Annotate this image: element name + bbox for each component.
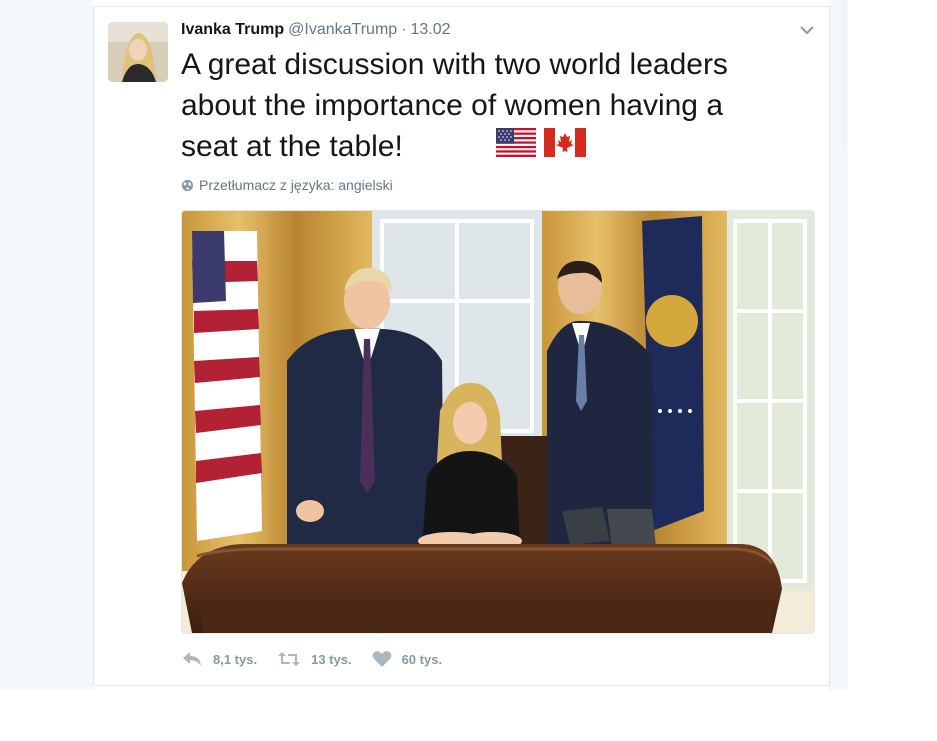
- like-count: 60 tys.: [401, 651, 443, 667]
- avatar[interactable]: [108, 22, 168, 82]
- tweet-timestamp[interactable]: 13.02: [411, 21, 451, 38]
- tweet-actions: 8,1 tys. 13 tys. 60 tys.: [181, 647, 462, 671]
- heart-icon: [372, 651, 391, 667]
- chevron-down-icon[interactable]: [799, 23, 815, 35]
- reply-count: 8,1 tys.: [213, 651, 258, 667]
- reply-button[interactable]: 8,1 tys.: [181, 650, 257, 668]
- flag-canada-icon: [544, 128, 587, 162]
- separator-dot: ·: [401, 21, 407, 38]
- globe-icon: [181, 179, 194, 191]
- author-name[interactable]: Ivanka Trump: [181, 21, 284, 38]
- translate-link[interactable]: Przetłumacz z języka: angielski: [181, 177, 393, 193]
- translate-label[interactable]: Przetłumacz z języka: angielski: [199, 177, 393, 193]
- flag-us-icon: [496, 128, 536, 162]
- retweet-button[interactable]: 13 tys.: [277, 650, 352, 668]
- page-background-right: [829, 0, 848, 690]
- reply-icon: [183, 652, 201, 666]
- tweet-card[interactable]: Ivanka Trump @IvankaTrump · 13.02 A great d…: [93, 6, 830, 686]
- flag-emojis: [496, 128, 590, 162]
- tweet-photo[interactable]: [181, 210, 815, 634]
- sidebar-card-edge: [843, 0, 844, 150]
- author-handle[interactable]: @IvankaTrump: [288, 21, 397, 38]
- page-background-left: [0, 0, 93, 690]
- like-button[interactable]: 60 tys.: [372, 650, 442, 668]
- retweet-count: 13 tys.: [311, 651, 352, 667]
- retweet-icon: [278, 652, 301, 666]
- tweet-header: Ivanka Trump @IvankaTrump · 13.02: [181, 21, 451, 39]
